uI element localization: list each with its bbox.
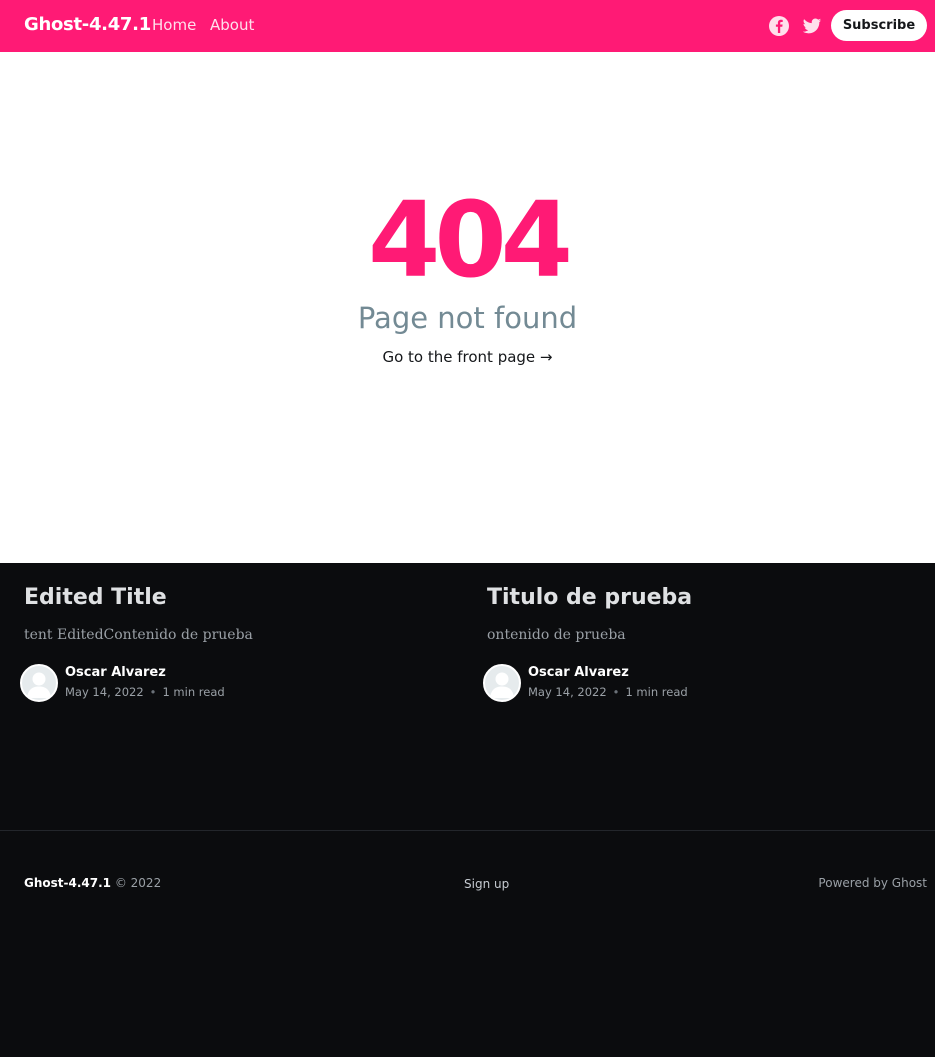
separator-dot: •	[612, 685, 620, 699]
site-footer: Ghost-4.47.1 © 2022 Sign up Powered by G…	[0, 831, 935, 1057]
separator-dot: •	[149, 685, 157, 699]
powered-by-link[interactable]: Powered by Ghost	[818, 876, 927, 890]
error-section: 404 Page not found Go to the front page …	[0, 52, 935, 563]
error-message: Page not found	[357, 301, 578, 335]
user-icon	[27, 672, 51, 698]
post-feed: Edited Title tent EditedContenido de pru…	[0, 563, 935, 831]
subscribe-button[interactable]: Subscribe	[831, 10, 927, 41]
post-title[interactable]: Edited Title	[24, 585, 167, 610]
post-date: May 14, 2022	[65, 685, 144, 699]
post-title[interactable]: Titulo de prueba	[487, 585, 692, 610]
post-excerpt: ontenido de prueba	[487, 627, 626, 643]
footer-site-link[interactable]: Ghost-4.47.1	[24, 876, 111, 890]
user-icon	[490, 672, 514, 698]
author-name[interactable]: Oscar Alvarez	[528, 665, 629, 680]
twitter-icon[interactable]	[801, 15, 823, 37]
read-time: 1 min read	[625, 685, 688, 699]
front-page-link[interactable]: Go to the front page →	[0, 348, 935, 366]
post-meta: May 14, 2022 • 1 min read	[528, 685, 688, 699]
site-header: Ghost-4.47.1 Home About Subscribe	[0, 0, 935, 52]
copyright-text: © 2022	[114, 876, 162, 890]
author-name[interactable]: Oscar Alvarez	[65, 665, 166, 680]
error-code: 404	[367, 179, 573, 301]
post-meta: May 14, 2022 • 1 min read	[65, 685, 225, 699]
facebook-icon[interactable]	[768, 15, 790, 37]
nav-about[interactable]: About	[210, 16, 254, 34]
read-time: 1 min read	[162, 685, 225, 699]
nav-home[interactable]: Home	[152, 16, 196, 34]
post-date: May 14, 2022	[528, 685, 607, 699]
site-title[interactable]: Ghost-4.47.1	[24, 14, 151, 35]
avatar[interactable]	[483, 664, 521, 702]
signup-link[interactable]: Sign up	[464, 877, 509, 891]
avatar[interactable]	[20, 664, 58, 702]
footer-copyright: Ghost-4.47.1 © 2022	[24, 876, 161, 890]
post-excerpt: tent EditedContenido de prueba	[24, 627, 253, 643]
